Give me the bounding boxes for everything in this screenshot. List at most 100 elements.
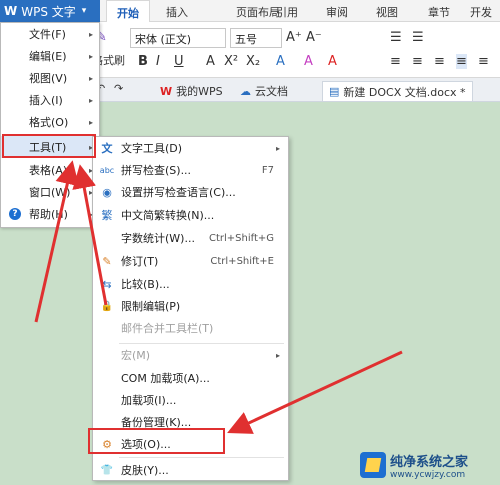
shrink-font-icon[interactable]: A⁻ bbox=[306, 30, 322, 45]
shortcut-label: Ctrl+Shift+G bbox=[208, 232, 274, 244]
shortcut-label: F7 bbox=[261, 164, 274, 176]
menu-item-label: 视图(V) bbox=[29, 72, 68, 85]
font-color-icon[interactable]: A bbox=[328, 54, 337, 69]
menu-item-view[interactable]: 视图(V) ▸ bbox=[1, 67, 99, 89]
submenu-item-macro: 宏(M) ▸ bbox=[93, 344, 288, 366]
text-effect-icon[interactable]: A bbox=[276, 54, 285, 69]
redo-icon[interactable]: ↷ bbox=[114, 82, 123, 95]
menu-item-label: 文件(F) bbox=[29, 28, 66, 41]
wps-menu-button[interactable]: W WPS 文字 ▾ bbox=[0, 0, 100, 22]
tab-chapter[interactable]: 章节 bbox=[428, 4, 450, 20]
submenu-item-compare[interactable]: ⇆ 比较(B)... bbox=[93, 273, 288, 295]
submenu-item-word-count[interactable]: 字数统计(W)... Ctrl+Shift+G bbox=[93, 227, 288, 249]
spell-check-icon: abc bbox=[99, 165, 115, 175]
submenu-item-spell-check[interactable]: abc 拼写检查(S)... F7 bbox=[93, 159, 288, 181]
submenu-item-label: 拼写检查(S)... bbox=[121, 164, 192, 177]
tab-insert[interactable]: 插入 bbox=[166, 4, 188, 20]
submenu-item-label: 修订(T) bbox=[121, 255, 159, 268]
menu-item-label: 格式(O) bbox=[29, 116, 69, 129]
submenu-item-label: 文字工具(D) bbox=[121, 142, 183, 155]
submenu-item-text-tools[interactable]: 文 文字工具(D) ▸ bbox=[93, 137, 288, 159]
text-tools-icon: 文 bbox=[101, 142, 113, 155]
subscript-icon[interactable]: X₂ bbox=[246, 54, 260, 69]
globe-icon: ◉ bbox=[102, 185, 112, 199]
document-icon: ▤ bbox=[329, 85, 340, 98]
tab-references[interactable]: 引用 bbox=[276, 4, 298, 20]
traditional-chinese-icon: 繁 bbox=[101, 209, 113, 222]
shirt-icon: 👕 bbox=[100, 464, 114, 476]
chevron-right-icon: ▸ bbox=[88, 95, 93, 105]
submenu-item-label: 加载项(I)... bbox=[121, 394, 177, 407]
menu-item-table[interactable]: 表格(A) ▸ bbox=[1, 159, 99, 181]
tools-highlight-box bbox=[2, 134, 96, 158]
menu-item-label: 窗口(W) bbox=[29, 186, 71, 199]
compare-icon: ⇆ bbox=[102, 277, 112, 291]
strikethrough-icon[interactable]: A bbox=[206, 54, 215, 69]
submenu-item-label: 字数统计(W)... bbox=[121, 232, 195, 245]
track-changes-icon: ✎ bbox=[102, 254, 112, 268]
submenu-item-spell-language[interactable]: ◉ 设置拼写检查语言(C)... bbox=[93, 181, 288, 203]
tab-label: 新建 DOCX 文档.docx * bbox=[343, 85, 466, 99]
tab-cloud-docs[interactable]: ☁ 云文档 bbox=[240, 81, 288, 101]
superscript-icon[interactable]: X² bbox=[224, 54, 238, 69]
bold-icon[interactable]: B bbox=[138, 54, 148, 69]
menu-item-format[interactable]: 格式(O) ▸ bbox=[1, 111, 99, 133]
tab-review[interactable]: 审阅 bbox=[326, 4, 348, 20]
menu-item-insert[interactable]: 插入(I) ▸ bbox=[1, 89, 99, 111]
submenu-item-label: 宏(M) bbox=[121, 349, 151, 362]
submenu-item-chinese-convert[interactable]: 繁 中文简繁转换(N)... bbox=[93, 204, 288, 226]
numbered-list-icon[interactable]: ☰ bbox=[412, 30, 424, 45]
submenu-item-label: 比较(B)... bbox=[121, 278, 170, 291]
tab-view[interactable]: 视图 bbox=[376, 4, 398, 20]
submenu-item-label: COM 加载项(A)... bbox=[121, 372, 210, 385]
menu-item-label: 插入(I) bbox=[29, 94, 63, 107]
menu-item-label: 表格(A) bbox=[29, 164, 68, 177]
highlight-icon[interactable]: A bbox=[304, 54, 313, 69]
submenu-item-restrict-editing[interactable]: 🔒 限制编辑(P) bbox=[93, 295, 288, 317]
chevron-right-icon: ▸ bbox=[88, 29, 93, 39]
tab-page-layout[interactable]: 页面布局 bbox=[236, 4, 280, 20]
font-size-select[interactable]: 五号 bbox=[230, 28, 282, 48]
grow-font-icon[interactable]: A⁺ bbox=[286, 30, 302, 45]
menu-item-help[interactable]: ? 帮助(H) ▸ bbox=[1, 203, 99, 225]
watermark-url: www.ycwjzy.com bbox=[390, 469, 466, 480]
submenu-item-label: 设置拼写检查语言(C)... bbox=[121, 186, 236, 199]
menu-item-label: 帮助(H) bbox=[29, 208, 68, 221]
chevron-right-icon: ▸ bbox=[88, 73, 93, 83]
tab-new-docx[interactable]: ▤ 新建 DOCX 文档.docx * bbox=[322, 81, 473, 101]
watermark-title: 纯净系统之家 bbox=[390, 454, 469, 470]
submenu-item-track-changes[interactable]: ✎ 修订(T) Ctrl+Shift+E bbox=[93, 250, 288, 272]
options-highlight-box bbox=[88, 428, 225, 454]
align-left-icon[interactable]: ≡ bbox=[390, 54, 401, 69]
submenu-item-label: 中文简繁转换(N)... bbox=[121, 209, 215, 222]
bullet-list-icon[interactable]: ☰ bbox=[390, 30, 402, 45]
chevron-right-icon: ▸ bbox=[275, 143, 280, 153]
align-center-icon[interactable]: ≡ bbox=[412, 54, 423, 69]
underline-icon[interactable]: U bbox=[174, 54, 184, 69]
menu-item-edit[interactable]: 编辑(E) ▸ bbox=[1, 45, 99, 67]
menu-item-file[interactable]: 文件(F) ▸ bbox=[1, 23, 99, 45]
chevron-right-icon: ▸ bbox=[88, 51, 93, 61]
watermark-logo-icon bbox=[360, 452, 386, 478]
align-right-icon[interactable]: ≡ bbox=[434, 54, 445, 69]
submenu-item-addins[interactable]: 加载项(I)... bbox=[93, 389, 288, 411]
wps-icon: W bbox=[160, 84, 173, 98]
wps-logo-icon: W bbox=[4, 4, 18, 18]
help-icon: ? bbox=[9, 208, 21, 220]
font-name-select[interactable]: 宋体 (正文) bbox=[130, 28, 226, 48]
tab-my-wps[interactable]: W 我的WPS bbox=[160, 81, 223, 101]
submenu-item-label: 限制编辑(P) bbox=[121, 300, 181, 313]
submenu-item-label: 邮件合并工具栏(T) bbox=[121, 322, 214, 335]
cloud-icon: ☁ bbox=[240, 84, 251, 98]
submenu-item-com-addins[interactable]: COM 加载项(A)... bbox=[93, 367, 288, 389]
wps-menu-label: WPS 文字 bbox=[21, 4, 76, 19]
chevron-right-icon: ▸ bbox=[275, 350, 280, 360]
justify-icon[interactable]: ≡ bbox=[456, 54, 467, 69]
tab-start[interactable]: 开始 bbox=[106, 0, 150, 22]
menu-item-window[interactable]: 窗口(W) ▸ bbox=[1, 181, 99, 203]
submenu-item-skin[interactable]: 👕 皮肤(Y)... bbox=[93, 459, 288, 481]
shortcut-label: Ctrl+Shift+E bbox=[210, 255, 274, 267]
chevron-down-icon: ▾ bbox=[81, 6, 87, 16]
italic-icon[interactable]: I bbox=[156, 54, 160, 69]
distributed-icon[interactable]: ≡ bbox=[478, 54, 489, 69]
